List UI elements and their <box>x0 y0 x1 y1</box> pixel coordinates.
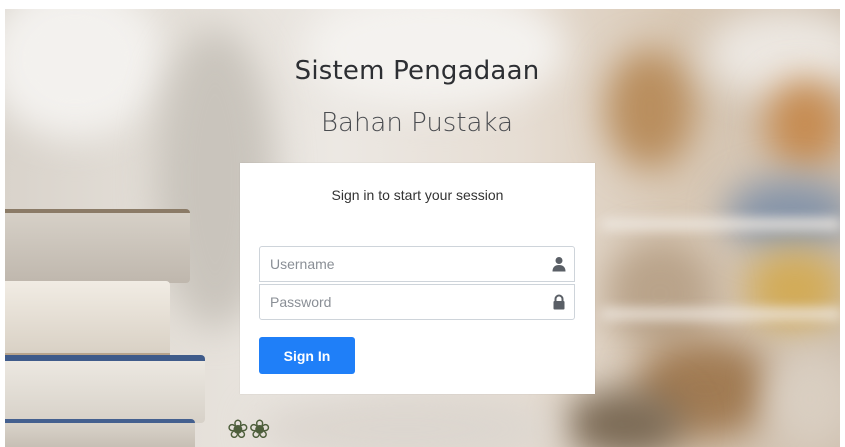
username-field-group <box>259 246 575 282</box>
plant-image: ❀❀ <box>227 415 271 445</box>
lock-icon <box>553 294 565 310</box>
app-title-line1: Sistem Pengadaan <box>294 56 540 86</box>
username-input[interactable] <box>260 247 540 281</box>
user-icon <box>552 257 566 272</box>
sign-in-button[interactable]: Sign In <box>259 337 355 374</box>
app-title-line2: Bahan Pustaka <box>320 108 514 138</box>
login-card: Sign in to start your session Sign In <box>240 163 595 394</box>
password-field-group <box>259 284 575 320</box>
password-input[interactable] <box>260 285 540 319</box>
book-stack-image <box>5 209 210 447</box>
login-box-message: Sign in to start your session <box>331 187 504 203</box>
